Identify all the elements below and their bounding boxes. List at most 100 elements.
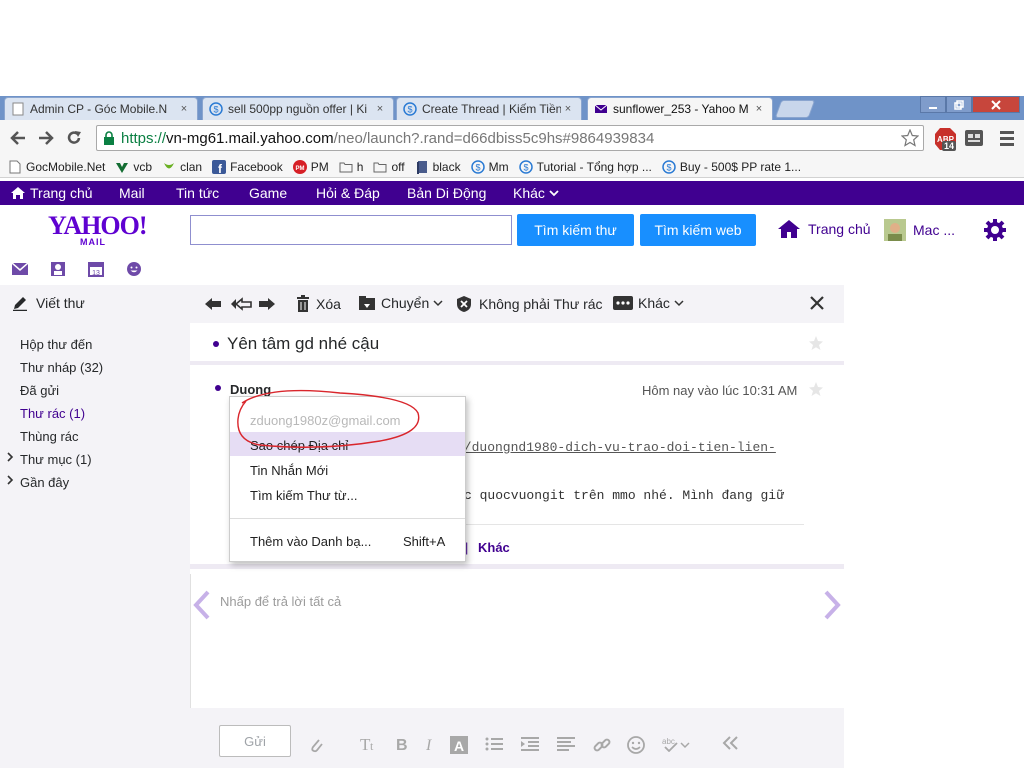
reply-placeholder[interactable]: Nhấp để trả lời tất cả (220, 594, 341, 609)
bookmark-star-icon[interactable] (901, 129, 919, 147)
messenger-icon[interactable] (124, 261, 144, 277)
forward-button[interactable] (258, 296, 276, 312)
folder-sidebar: Viết thư Hộp thư đến Thư nháp (32) Đã gử… (0, 285, 190, 768)
emoji-icon[interactable] (627, 736, 645, 754)
ynav-mail[interactable]: Mail (119, 185, 145, 201)
bookmark-vcb[interactable]: vcb (115, 160, 152, 174)
bookmark-mm[interactable]: $ Mm (470, 160, 509, 174)
next-message-chevron-icon[interactable] (823, 590, 841, 620)
delete-label: Xóa (316, 296, 341, 312)
compose-button[interactable]: Viết thư (12, 295, 85, 311)
contacts-icon[interactable] (48, 261, 68, 277)
collapse-toolbar-icon[interactable] (721, 736, 739, 750)
attach-paperclip-icon[interactable] (308, 736, 324, 754)
spellcheck-icon[interactable]: abc (662, 736, 690, 752)
folder-drafts[interactable]: Thư nháp (32) (20, 360, 103, 375)
folder-trash[interactable]: Thùng rác (20, 429, 79, 444)
restore-button[interactable] (946, 96, 972, 113)
ynav-mobile[interactable]: Bản Di Động (407, 185, 486, 201)
star-icon[interactable] (808, 335, 824, 351)
context-item-new-message[interactable]: Tin Nhắn Mới (250, 463, 328, 478)
send-button[interactable]: Gửi (219, 725, 291, 757)
more-actions-button[interactable]: Khác (613, 295, 684, 311)
search-web-button[interactable]: Tìm kiếm web (640, 214, 756, 246)
bookmark-black[interactable]: black (415, 160, 461, 174)
move-button[interactable]: Chuyển (358, 295, 443, 311)
not-spam-button[interactable]: Không phải Thư rác (456, 295, 603, 313)
folder-spam[interactable]: Thư rác (1) (20, 406, 85, 421)
calendar-icon[interactable]: 13 (86, 261, 106, 277)
s-icon: $ (662, 159, 676, 174)
bullet-list-icon[interactable] (485, 736, 503, 752)
extension-icon[interactable] (964, 128, 984, 148)
font-size-icon[interactable]: Tt (360, 736, 380, 752)
chrome-menu-icon[interactable] (998, 128, 1016, 148)
reply-button[interactable] (204, 296, 222, 312)
reply-all-button[interactable] (230, 296, 252, 312)
bookmark-tutorial[interactable]: $ Tutorial - Tổng hợp ... (518, 160, 652, 174)
search-input[interactable] (190, 215, 512, 245)
delete-button[interactable]: Xóa (295, 295, 341, 313)
ynav-games[interactable]: Game (249, 185, 287, 201)
settings-gear-icon[interactable] (983, 218, 1007, 242)
context-item-add-contact[interactable]: Thêm vào Danh bạ... (250, 534, 371, 549)
close-icon[interactable]: × (561, 103, 575, 115)
folder-sent[interactable]: Đã gửi (20, 383, 59, 398)
home-icon (778, 220, 800, 238)
mail-icon[interactable] (10, 261, 30, 277)
new-tab-button[interactable] (774, 100, 816, 118)
ynav-home[interactable]: Trang chủ (10, 185, 93, 201)
close-icon[interactable]: × (177, 103, 191, 115)
bookmark-gocmobile[interactable]: GocMobile.Net (8, 160, 105, 174)
star-icon[interactable] (808, 381, 824, 397)
svg-text:$: $ (523, 162, 528, 172)
forward-button[interactable] (34, 126, 58, 150)
folder-recent[interactable]: Gần đây (7, 475, 69, 490)
align-icon[interactable] (557, 736, 575, 752)
tab-yahoo-mail[interactable]: sunflower_253 - Yahoo M × (587, 97, 773, 120)
chevron-right-icon[interactable] (6, 475, 14, 485)
chevron-right-icon[interactable] (6, 452, 14, 462)
close-icon[interactable]: × (752, 103, 766, 115)
ynav-answers[interactable]: Hỏi & Đáp (316, 185, 380, 201)
bookmark-folder-h[interactable]: h (339, 160, 363, 174)
text-color-icon[interactable]: A (450, 736, 468, 754)
forward-arrow-icon (39, 131, 54, 145)
context-item-search-from[interactable]: Tìm kiếm Thư từ... (250, 488, 357, 503)
tab-create-thread[interactable]: $ Create Thread | Kiếm Tiền × (396, 97, 582, 120)
url-path: /neo/launch?.rand=d66dbiss5c9hs#98649398… (333, 129, 655, 147)
search-mail-button[interactable]: Tìm kiếm thư (517, 214, 634, 246)
link-icon[interactable] (593, 736, 611, 754)
close-message-button[interactable] (810, 296, 824, 310)
tab-admin-cp[interactable]: Admin CP - Góc Mobile.N × (4, 97, 198, 120)
adblock-plus-icon[interactable]: ABP 14 (934, 127, 958, 153)
ynav-more[interactable]: Khác (513, 185, 559, 201)
indent-icon[interactable] (521, 736, 539, 752)
user-profile[interactable]: Mac ... (884, 219, 955, 241)
bookmark-pm[interactable]: PM PM (292, 159, 329, 174)
folder-inbox[interactable]: Hộp thư đến (20, 337, 92, 352)
home-link[interactable]: Trang chủ (777, 219, 871, 239)
bookmark-folder-off[interactable]: off (373, 160, 405, 174)
prev-message-chevron-icon[interactable] (193, 590, 211, 620)
tab-sell-500pp[interactable]: $ sell 500pp nguồn offer | Ki × (202, 97, 394, 120)
back-button[interactable] (6, 126, 30, 150)
message-more-link[interactable]: Khác (478, 540, 510, 555)
close-icon[interactable]: × (373, 103, 387, 115)
italic-icon[interactable]: I (425, 736, 435, 752)
message-link[interactable]: s/duongnd1980-dich-vu-trao-doi-tien-lien… (456, 440, 776, 455)
folder-folders[interactable]: Thư mục (1) (7, 452, 92, 467)
bookmark-buy[interactable]: $ Buy - 500$ PP rate 1... (662, 160, 801, 174)
window-close-button[interactable] (972, 96, 1020, 113)
svg-text:A: A (454, 738, 464, 754)
bold-icon[interactable]: B (395, 736, 409, 752)
ynav-label: Khác (513, 185, 545, 201)
bookmark-clan[interactable]: clan (162, 160, 202, 174)
home-icon (11, 187, 25, 199)
ynav-news[interactable]: Tin tức (176, 185, 219, 201)
address-bar[interactable]: https://vn-mg61.mail.yahoo.com/neo/launc… (96, 125, 924, 151)
bookmark-facebook[interactable]: f Facebook (212, 159, 283, 174)
reload-button[interactable] (62, 126, 86, 150)
shield-icon (457, 296, 471, 312)
minimize-button[interactable] (920, 96, 946, 113)
